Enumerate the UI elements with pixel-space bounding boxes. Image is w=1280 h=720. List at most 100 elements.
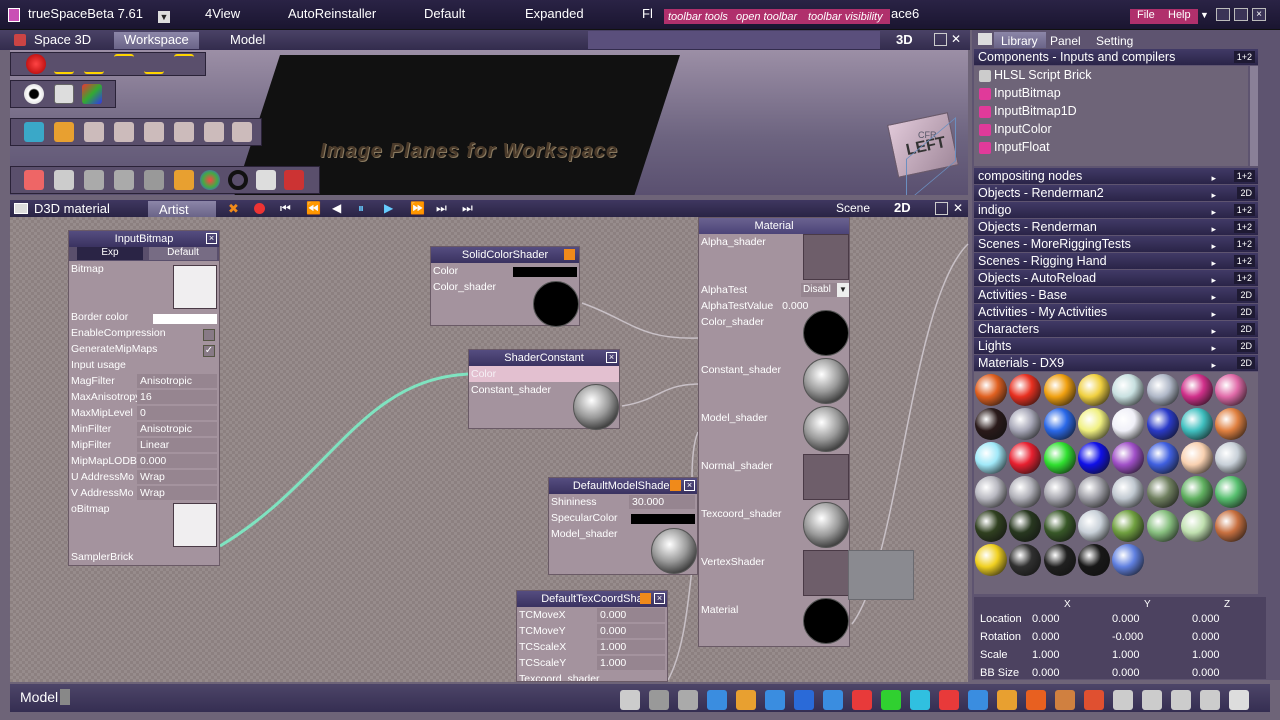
row-value[interactable]: 0.000 <box>597 624 665 638</box>
bottom-tool-icon[interactable] <box>939 690 959 710</box>
tab-setting[interactable]: Setting <box>1092 34 1137 48</box>
transform-y[interactable]: 0.000 <box>1112 613 1140 625</box>
enable-compression-checkbox[interactable] <box>203 329 215 341</box>
specular-color-swatch[interactable] <box>631 514 695 524</box>
material-swatch-icon[interactable] <box>1043 510 1076 542</box>
transform-y[interactable]: 0.000 <box>1112 667 1140 679</box>
transform-x[interactable]: 0.000 <box>1032 613 1060 625</box>
bottom-tool-icon[interactable] <box>968 690 988 710</box>
material-swatch-icon[interactable] <box>975 476 1007 508</box>
node-material[interactable]: Material Alpha_shader AlphaTest Disabl ▼… <box>698 217 850 647</box>
solid-color-swatch[interactable] <box>513 267 577 277</box>
bottom-tool-icon[interactable] <box>1171 690 1191 710</box>
material-swatch-icon[interactable] <box>1077 408 1110 440</box>
material-swatch-icon[interactable] <box>1146 408 1179 440</box>
row-value[interactable]: 1.000 <box>597 640 665 654</box>
components-header[interactable]: Components - Inputs and compilers 1+2 <box>974 49 1258 65</box>
node-default-texcoord-header[interactable]: DefaultTexCoordSha × <box>517 591 667 607</box>
material-swatch-icon[interactable] <box>1180 442 1213 474</box>
bitmap-preview-1[interactable] <box>173 265 217 309</box>
bottom-tool-icon[interactable] <box>765 690 785 710</box>
tab-exp[interactable]: Exp <box>77 247 143 260</box>
tab-default[interactable]: Default <box>149 247 217 260</box>
node-default-model-header[interactable]: DefaultModelShader × <box>549 478 697 494</box>
transform-x[interactable]: 0.000 <box>1032 667 1060 679</box>
row-value[interactable]: Anisotropic <box>137 422 217 436</box>
row-value[interactable]: 1.000 <box>597 656 665 670</box>
material-swatch-icon[interactable] <box>1112 510 1145 542</box>
row-value[interactable]: 0 <box>137 406 217 420</box>
output-node-stub[interactable] <box>848 550 914 600</box>
material-swatch-icon[interactable] <box>1043 442 1076 474</box>
material-swatch-icon[interactable] <box>975 442 1007 474</box>
material-swatch-icon[interactable] <box>1077 544 1110 576</box>
component-item[interactable]: InputBitmap <box>994 86 1061 100</box>
component-item[interactable]: InputColor <box>994 122 1052 136</box>
node-orange-icon[interactable] <box>670 480 681 491</box>
alpha-test-select[interactable]: Disabl ▼ <box>801 283 849 297</box>
transform-z[interactable]: 1.000 <box>1192 649 1220 661</box>
material-swatch-icon[interactable] <box>1043 374 1076 406</box>
node-shader-constant[interactable]: ShaderConstant × Color Constant_shader <box>468 349 620 430</box>
node-default-model-shader[interactable]: DefaultModelShader × Shininess 30.000 Spe… <box>548 477 698 575</box>
chevron-right-icon[interactable]: ▸ <box>1211 357 1216 373</box>
chevron-right-icon[interactable]: ▸ <box>1211 272 1216 288</box>
bottom-tool-icon[interactable] <box>649 690 669 710</box>
node-input-bitmap-header[interactable]: InputBitmap × <box>69 231 219 247</box>
chevron-right-icon[interactable]: ▸ <box>1211 340 1216 356</box>
shininess-field[interactable]: 30.000 <box>629 495 695 509</box>
node-default-texcoord-shader[interactable]: DefaultTexCoordSha × TCMoveX 0.000 TCMoveY… <box>516 590 668 682</box>
transform-z[interactable]: 0.000 <box>1192 613 1220 625</box>
component-item[interactable]: HLSL Script Brick <box>994 68 1091 82</box>
material-swatch-icon[interactable] <box>1215 374 1248 406</box>
bottom-tool-icon[interactable] <box>1200 690 1220 710</box>
chevron-right-icon[interactable]: ▸ <box>1211 187 1216 203</box>
material-swatch-icon[interactable] <box>1077 374 1110 406</box>
material-swatch-icon[interactable] <box>1112 476 1145 508</box>
node-close-icon[interactable]: × <box>684 480 695 491</box>
alpha-test-value-field[interactable]: 0.000 <box>782 300 808 312</box>
transform-y[interactable]: -0.000 <box>1112 631 1143 643</box>
library-group[interactable]: Objects - Renderman ▸ 1+2 <box>974 219 1258 235</box>
chevron-right-icon[interactable]: ▸ <box>1211 204 1216 220</box>
node-solid-color-shader[interactable]: SolidColorShader Color Color_shader <box>430 246 580 327</box>
library-group[interactable]: Activities - Base ▸ 2D <box>974 287 1258 303</box>
bottom-tool-icon[interactable] <box>620 690 640 710</box>
row-value[interactable]: 16 <box>137 390 217 404</box>
chevron-down-icon[interactable]: ▼ <box>837 283 849 297</box>
material-swatch-icon[interactable] <box>1112 442 1145 474</box>
bitmap-preview-2[interactable] <box>173 503 217 547</box>
material-swatch-icon[interactable] <box>1180 408 1213 440</box>
node-close-icon[interactable]: × <box>654 593 665 604</box>
library-group[interactable]: Scenes - Rigging Hand ▸ 1+2 <box>974 253 1258 269</box>
material-swatch-icon[interactable] <box>1043 476 1076 508</box>
material-swatch-icon[interactable] <box>975 544 1007 576</box>
material-swatch-icon[interactable] <box>1112 408 1145 440</box>
transform-x[interactable]: 1.000 <box>1032 649 1060 661</box>
components-scrollbar[interactable] <box>1250 66 1258 166</box>
row-value[interactable]: 0.000 <box>597 608 665 622</box>
node-solid-color-header[interactable]: SolidColorShader <box>431 247 579 263</box>
material-swatch-icon[interactable] <box>1180 476 1213 508</box>
bottom-tool-icon[interactable] <box>1084 690 1104 710</box>
library-group[interactable]: Materials - DX9 ▸ 2D <box>974 355 1258 371</box>
material-swatch-icon[interactable] <box>1043 408 1076 440</box>
node-shader-constant-header[interactable]: ShaderConstant × <box>469 350 619 366</box>
material-swatch-icon[interactable] <box>1215 476 1248 508</box>
library-group[interactable]: indigo ▸ 1+2 <box>974 202 1258 218</box>
transform-x[interactable]: 0.000 <box>1032 631 1060 643</box>
node-orange-icon[interactable] <box>640 593 651 604</box>
transform-z[interactable]: 0.000 <box>1192 631 1220 643</box>
node-orange-icon[interactable] <box>564 249 575 260</box>
chevron-right-icon[interactable]: ▸ <box>1211 221 1216 237</box>
material-swatch-icon[interactable] <box>975 408 1007 440</box>
library-group[interactable]: compositing nodes ▸ 1+2 <box>974 168 1258 184</box>
library-group[interactable]: Scenes - MoreRiggingTests ▸ 1+2 <box>974 236 1258 252</box>
chevron-right-icon[interactable]: ▸ <box>1211 289 1216 305</box>
bottom-tool-icon[interactable] <box>852 690 872 710</box>
bottom-tool-icon[interactable] <box>794 690 814 710</box>
chevron-right-icon[interactable]: ▸ <box>1211 170 1216 186</box>
material-swatch-icon[interactable] <box>1146 476 1179 508</box>
bottom-tool-icon[interactable] <box>1142 690 1162 710</box>
material-swatch-icon[interactable] <box>1077 510 1110 542</box>
